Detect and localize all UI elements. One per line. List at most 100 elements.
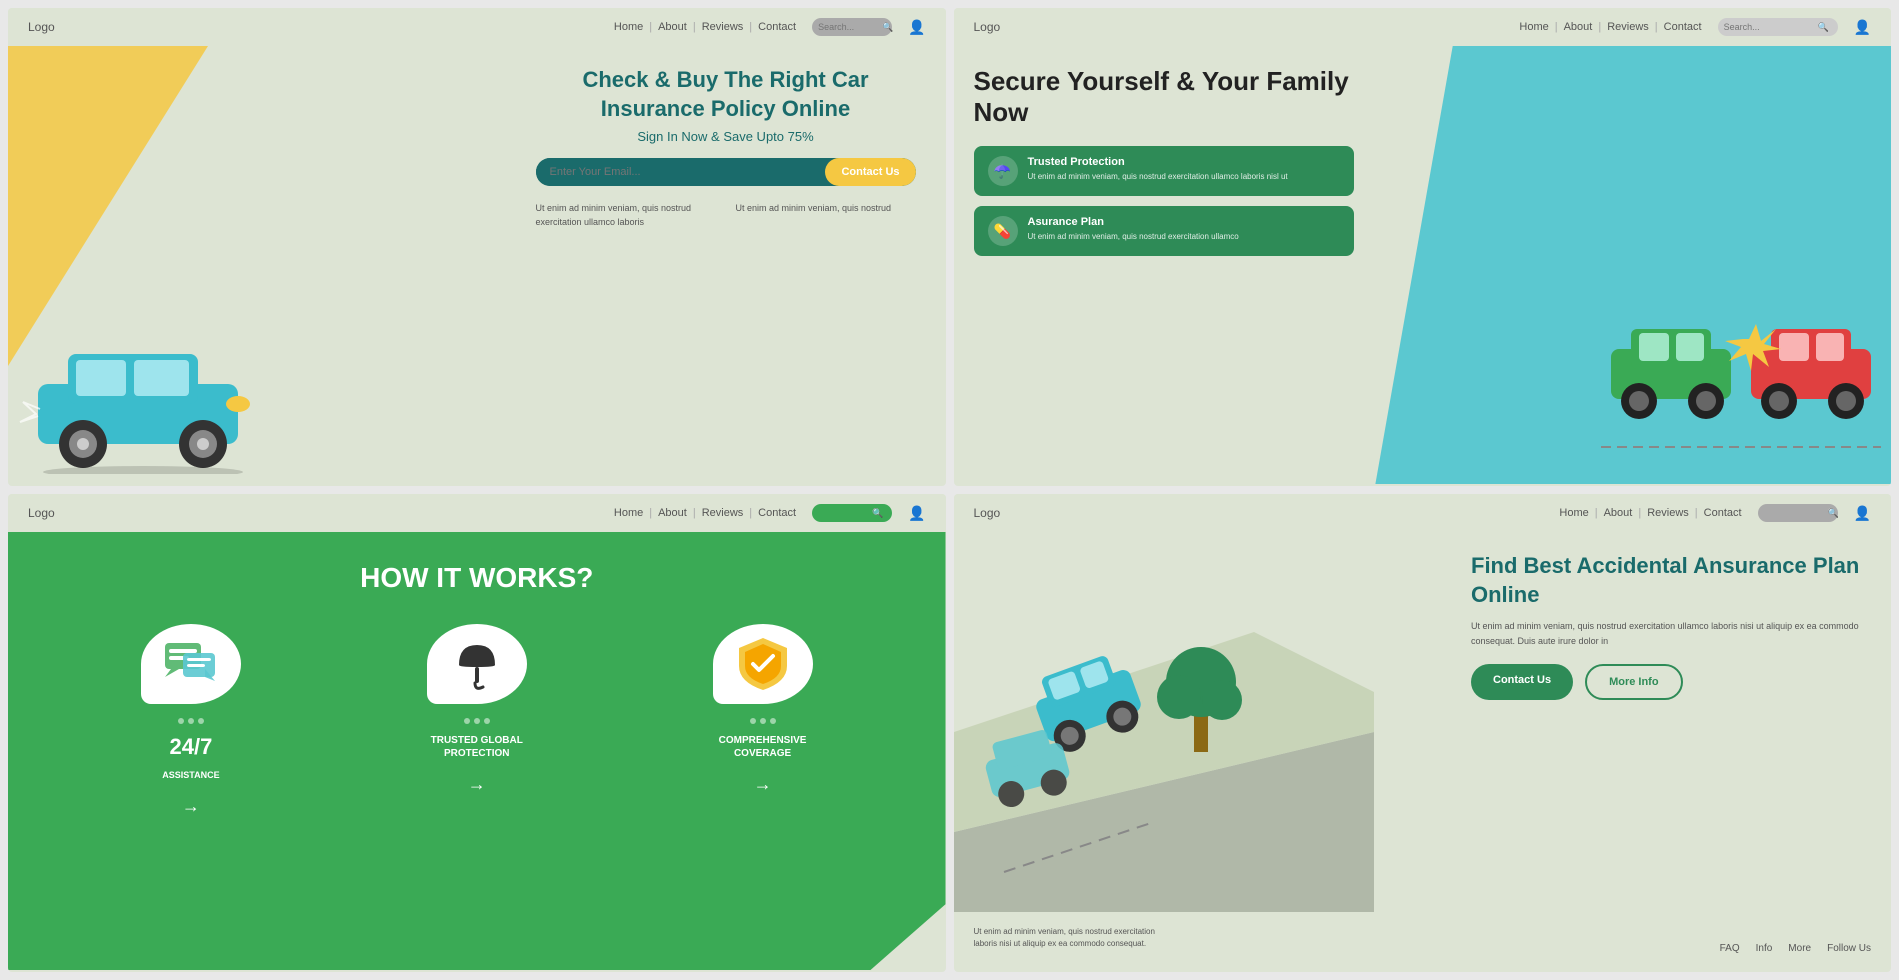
dots-1 bbox=[178, 718, 204, 724]
content-p4: Find Best Accidental Ansurance Plan Onli… bbox=[954, 532, 1892, 970]
nav-home-p1[interactable]: Home bbox=[614, 21, 643, 33]
arrow-3: → bbox=[754, 774, 772, 795]
umbrella-bubble-icon bbox=[427, 624, 527, 704]
nav-contact-p3[interactable]: Contact bbox=[758, 507, 796, 519]
contact-btn-p1[interactable]: Contact Us bbox=[825, 158, 915, 186]
feature-protection: TRUSTED GLOBALPROTECTION → bbox=[427, 624, 527, 795]
nav-about-p3[interactable]: About bbox=[658, 507, 687, 519]
navbar-p4: Logo Home | About | Reviews | Contact 🔍 … bbox=[954, 494, 1892, 532]
body-text-p1: Ut enim ad minim veniam, quis nostrud ex… bbox=[536, 202, 916, 229]
search-input-p2[interactable] bbox=[1724, 22, 1814, 32]
navbar-p3: Logo Home | About | Reviews | Contact 🔍 … bbox=[8, 494, 946, 532]
headline-p1: Check & Buy The Right Car Insurance Poli… bbox=[536, 66, 916, 123]
footer-links-p4: FAQ Info More Follow Us bbox=[1720, 943, 1871, 954]
nav-contact-p1[interactable]: Contact bbox=[758, 21, 796, 33]
search-icon-p2: 🔍 bbox=[1818, 22, 1829, 33]
email-input-p1[interactable] bbox=[536, 158, 826, 186]
feature-card-protection: ☂️ Trusted Protection Ut enim ad minim v… bbox=[974, 146, 1354, 196]
nav-about-p1[interactable]: About bbox=[658, 21, 687, 33]
body-col2-p1: Ut enim ad minim veniam, quis nostrud bbox=[736, 202, 916, 229]
nav-reviews-p4[interactable]: Reviews bbox=[1647, 507, 1689, 519]
car-illustration-p1 bbox=[8, 46, 348, 484]
features-row: 24/7 ASSISTANCE → TRUSTE bbox=[48, 624, 906, 817]
collision-svg bbox=[1601, 299, 1881, 459]
panel-1: Logo Home | About | Reviews | Contact 🔍 … bbox=[8, 8, 946, 486]
arrow-1: → bbox=[182, 796, 200, 817]
feature-label-2: TRUSTED GLOBALPROTECTION bbox=[431, 734, 523, 760]
collision-illustration bbox=[1601, 299, 1881, 464]
nav-about-p4[interactable]: About bbox=[1604, 507, 1633, 519]
feature1-desc: Ut enim ad minim veniam, quis nostrud ex… bbox=[1028, 171, 1288, 182]
umbrella-icon: ☂️ bbox=[988, 156, 1018, 186]
nav-home-p2[interactable]: Home bbox=[1519, 21, 1548, 33]
feature-card-plan: 💊 Asurance Plan Ut enim ad minim veniam,… bbox=[974, 206, 1354, 256]
content-p2: Secure Yourself & Your Family Now ☂️ Tru… bbox=[954, 46, 1892, 484]
content-p1: Check & Buy The Right Car Insurance Poli… bbox=[8, 46, 946, 484]
text-area-p2: Secure Yourself & Your Family Now ☂️ Tru… bbox=[974, 66, 1354, 266]
arrow-2: → bbox=[468, 774, 486, 795]
more-btn-p4[interactable]: More Info bbox=[1585, 664, 1683, 700]
nav-home-p4[interactable]: Home bbox=[1559, 507, 1588, 519]
contact-btn-p4[interactable]: Contact Us bbox=[1471, 664, 1573, 700]
search-bar-p1[interactable]: 🔍 bbox=[812, 18, 892, 36]
logo-p1: Logo bbox=[28, 20, 55, 34]
user-icon-p1[interactable]: 👤 bbox=[908, 19, 925, 36]
footer-follow[interactable]: Follow Us bbox=[1827, 943, 1871, 954]
feature2-desc: Ut enim ad minim veniam, quis nostrud ex… bbox=[1028, 231, 1239, 242]
footer-info[interactable]: Info bbox=[1756, 943, 1773, 954]
nav-contact-p2[interactable]: Contact bbox=[1664, 21, 1702, 33]
feature1-title: Trusted Protection bbox=[1028, 156, 1288, 168]
logo-p4: Logo bbox=[974, 506, 1001, 520]
user-icon-p3[interactable]: 👤 bbox=[908, 505, 925, 522]
footer-more[interactable]: More bbox=[1788, 943, 1811, 954]
feature-coverage: COMPREHENSIVECOVERAGE → bbox=[713, 624, 813, 795]
nav-about-p2[interactable]: About bbox=[1564, 21, 1593, 33]
body-text-p4: Ut enim ad minim veniam, quis nostrud ex… bbox=[1471, 619, 1871, 648]
search-icon-p3: 🔍 bbox=[872, 508, 883, 519]
feature-label-3: COMPREHENSIVECOVERAGE bbox=[719, 734, 807, 760]
nav-links-p3: Home | About | Reviews | Contact bbox=[614, 507, 796, 519]
road-svg bbox=[954, 532, 1374, 912]
feature-num: 24/7 bbox=[169, 734, 212, 760]
car-svg-p1 bbox=[18, 314, 278, 474]
headline-p4: Find Best Accidental Ansurance Plan Onli… bbox=[1471, 552, 1871, 609]
search-input-p3[interactable] bbox=[818, 508, 868, 518]
search-input-p1[interactable] bbox=[818, 22, 878, 32]
body-col1-p1: Ut enim ad minim veniam, quis nostrud ex… bbox=[536, 202, 716, 229]
feature-assistance: 24/7 ASSISTANCE → bbox=[141, 624, 241, 817]
nav-links-p2: Home | About | Reviews | Contact bbox=[1519, 21, 1701, 33]
green-section: HOW IT WORKS? bbox=[8, 532, 946, 970]
nav-reviews-p3[interactable]: Reviews bbox=[702, 507, 744, 519]
logo-p3: Logo bbox=[28, 506, 55, 520]
search-icon-p1: 🔍 bbox=[882, 22, 893, 33]
how-title: HOW IT WORKS? bbox=[48, 562, 906, 594]
user-icon-p4[interactable]: 👤 bbox=[1854, 505, 1871, 522]
subhead-p1: Sign In Now & Save Upto 75% bbox=[536, 129, 916, 144]
feature-label-1: ASSISTANCE bbox=[162, 770, 219, 782]
text-area-p1: Check & Buy The Right Car Insurance Poli… bbox=[536, 66, 916, 229]
shield-bubble-icon bbox=[713, 624, 813, 704]
bottom-text-p4: Ut enim ad minim veniam, quis nostrud ex… bbox=[974, 926, 1174, 950]
navbar-p2: Logo Home | About | Reviews | Contact 🔍 … bbox=[954, 8, 1892, 46]
search-bar-p4[interactable]: 🔍 bbox=[1758, 504, 1838, 522]
footer-faq[interactable]: FAQ bbox=[1720, 943, 1740, 954]
nav-reviews-p2[interactable]: Reviews bbox=[1607, 21, 1649, 33]
search-input-p4[interactable] bbox=[1764, 508, 1824, 518]
text-area-p4: Find Best Accidental Ansurance Plan Onli… bbox=[1471, 552, 1871, 700]
search-icon-p4: 🔍 bbox=[1828, 508, 1839, 519]
dots-3 bbox=[750, 718, 776, 724]
nav-home-p3[interactable]: Home bbox=[614, 507, 643, 519]
road-scene bbox=[954, 532, 1423, 970]
search-bar-p2[interactable]: 🔍 bbox=[1718, 18, 1838, 36]
nav-links-p4: Home | About | Reviews | Contact bbox=[1559, 507, 1741, 519]
nav-reviews-p1[interactable]: Reviews bbox=[702, 21, 744, 33]
cta-row-p1: Contact Us bbox=[536, 158, 916, 186]
navbar-p1: Logo Home | About | Reviews | Contact 🔍 … bbox=[8, 8, 946, 46]
panel-4: Logo Home | About | Reviews | Contact 🔍 … bbox=[954, 494, 1892, 972]
nav-links-p1: Home | About | Reviews | Contact bbox=[614, 21, 796, 33]
nav-contact-p4[interactable]: Contact bbox=[1704, 507, 1742, 519]
panel-3: Logo Home | About | Reviews | Contact 🔍 … bbox=[8, 494, 946, 972]
feature2-title: Asurance Plan bbox=[1028, 216, 1239, 228]
user-icon-p2[interactable]: 👤 bbox=[1854, 19, 1871, 36]
search-bar-p3[interactable]: 🔍 bbox=[812, 504, 892, 522]
